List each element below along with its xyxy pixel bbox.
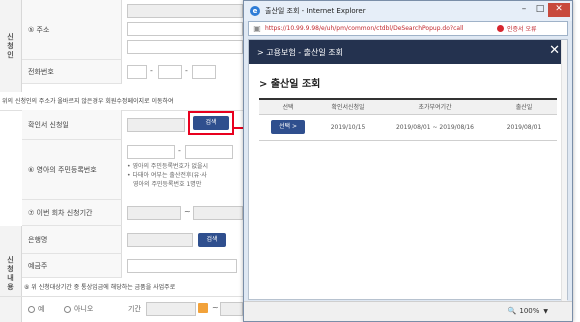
birth-date-table: 선택 확인서신청일 초가부여기간 출산일 선택 > 2019/10/15 201… <box>259 98 557 141</box>
infant-id-front-input[interactable] <box>127 145 175 159</box>
popup-close-icon[interactable]: ✕ <box>549 44 560 58</box>
col-header-birth-date: 출산일 <box>491 98 557 115</box>
highlight-box <box>188 111 234 135</box>
bank-label: 은행명 <box>22 226 122 254</box>
page-icon: ▣ <box>253 24 261 33</box>
popup-header: > 고용보험 - 출산일 조회 ✕ <box>249 40 567 64</box>
maximize-icon[interactable]: □ <box>532 3 548 17</box>
address-zip-input[interactable] <box>127 4 243 18</box>
zoom-icon: 🔍 <box>507 307 517 315</box>
prev-period-label: ⑦ 이번 회차 신청기간 <box>22 200 122 226</box>
calendar-icon[interactable] <box>198 303 208 313</box>
bank-name-input <box>127 233 193 247</box>
prev-period-end-input <box>193 206 243 220</box>
period-start-input <box>146 302 196 316</box>
phone-part1-input[interactable] <box>127 65 147 79</box>
infant-note-2: • 다태아 여부는 출산전후(유·사 <box>127 172 207 179</box>
address-notice: 위의 신청인의 주소가 올바르지 않은경우 회원수정페이지로 이동하여 <box>2 98 174 105</box>
url-text[interactable]: https://10.99.9.98/e/uh/pm/common/ctdbl/… <box>265 25 497 32</box>
cell-period: 2019/08/01 ~ 2019/08/16 <box>379 114 491 141</box>
address-bar[interactable]: ▣ https://10.99.9.98/e/uh/pm/common/ctdb… <box>248 21 568 36</box>
window-close-icon[interactable]: ✕ <box>548 3 570 17</box>
cell-birth-date: 2019/08/01 <box>491 114 557 141</box>
section-title: > 출산일 조회 <box>259 79 321 90</box>
address-line1-input[interactable] <box>127 22 243 36</box>
window-title: 출산일 조회 - Internet Explorer <box>265 7 366 15</box>
confirm-date-input <box>127 118 185 132</box>
prev-period-start-input <box>127 206 181 220</box>
cert-error-text: 인증서 오류 <box>507 26 537 33</box>
zoom-control[interactable]: 🔍 100% ▼ <box>508 307 548 315</box>
infant-id-label: ⑥ 영아의 주민등록번호 <box>22 140 122 200</box>
wage-question: ⑧ 위 신청대상기간 중 통상임금에 해당하는 금품을 사업주로 <box>24 284 176 291</box>
address-label: ⑤ 주소 <box>22 0 122 60</box>
table-row: 선택 > 2019/10/15 2019/08/01 ~ 2019/08/16 … <box>259 114 557 141</box>
radio-yes[interactable] <box>28 306 35 313</box>
col-header-select: 선택 <box>259 98 317 115</box>
zoom-level: 100% <box>519 307 540 315</box>
radio-no[interactable] <box>64 306 71 313</box>
cert-error-icon <box>497 25 504 32</box>
infant-note-3: 영아의 주민등록번호 1명만 <box>133 181 202 188</box>
confirm-date-label: 확인서 신청일 <box>22 110 122 140</box>
bank-search-button[interactable]: 검색 <box>198 233 226 247</box>
popup-breadcrumb: > 고용보험 - 출산일 조회 <box>257 47 344 57</box>
holder-input[interactable] <box>127 259 237 273</box>
radio-no-label: 아니오 <box>74 305 94 313</box>
phone-part3-input[interactable] <box>192 65 216 79</box>
col-header-period: 초가부여기간 <box>379 98 491 115</box>
address-line2-input[interactable] <box>127 40 243 54</box>
phone-part2-input[interactable] <box>158 65 182 79</box>
radio-yes-label: 예 <box>38 305 45 313</box>
vertical-scrollbar[interactable] <box>561 40 567 301</box>
phone-label: 전화번호 <box>22 60 122 84</box>
holder-label: 예금주 <box>22 254 122 278</box>
cert-error[interactable]: 인증서 오류 <box>497 24 537 33</box>
period-end-input <box>220 302 243 316</box>
popup-window: e 출산일 조회 - Internet Explorer – □ ✕ ▣ htt… <box>243 0 573 322</box>
col-header-apply-date: 확인서신청일 <box>317 98 379 115</box>
popup-content: > 고용보험 - 출산일 조회 ✕ > 출산일 조회 선택 확인서신청일 초가부… <box>248 39 568 301</box>
window-titlebar: e 출산일 조회 - Internet Explorer – □ ✕ <box>244 1 572 21</box>
select-button[interactable]: 선택 > <box>271 120 305 134</box>
status-bar: 🔍 100% ▼ <box>244 301 572 321</box>
side-label-content: 신청내용 <box>0 226 22 322</box>
minimize-icon[interactable]: – <box>516 3 532 17</box>
zoom-dropdown-icon[interactable]: ▼ <box>543 308 548 315</box>
ie-logo-icon: e <box>250 6 260 16</box>
infant-id-back-input[interactable] <box>185 145 233 159</box>
cell-apply-date: 2019/10/15 <box>317 114 379 141</box>
period-label: 기간 <box>128 305 141 313</box>
infant-note-1: • 영아의 주민등록번호가 없을시 <box>127 163 209 170</box>
side-label-applicant: 신청인 <box>0 0 22 92</box>
